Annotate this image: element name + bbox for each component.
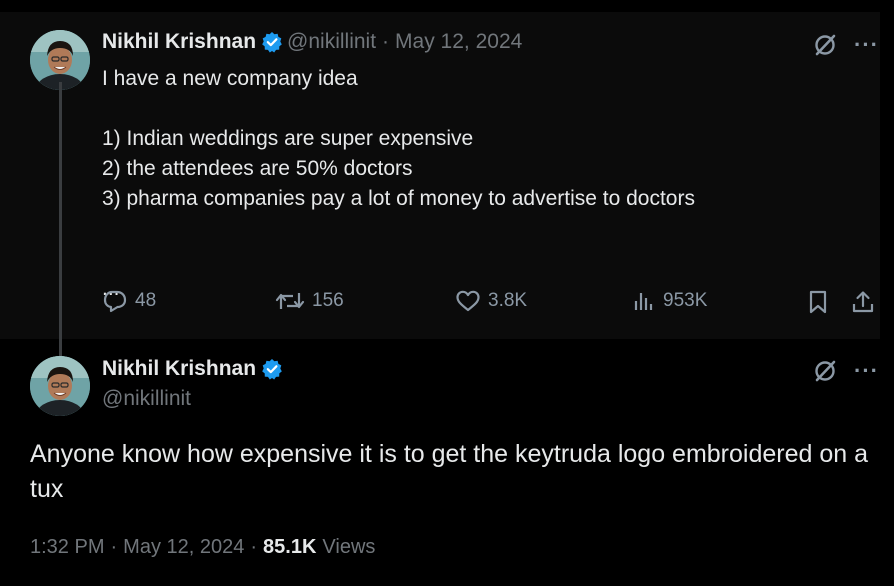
separator-dot: · bbox=[110, 536, 118, 558]
avatar-photo-icon bbox=[30, 30, 90, 90]
bookmark-button[interactable] bbox=[806, 289, 837, 315]
reply-icon bbox=[103, 290, 127, 313]
thread-connector-line bbox=[59, 82, 62, 357]
views-button[interactable]: 953K bbox=[632, 289, 707, 313]
reply-button[interactable]: 48 bbox=[102, 289, 156, 313]
author-handle[interactable]: @nikillinit bbox=[287, 30, 376, 54]
tweet-date[interactable]: May 12, 2024 bbox=[395, 30, 522, 54]
repost-button[interactable]: 156 bbox=[275, 289, 344, 313]
analytics-icon bbox=[634, 293, 653, 310]
views-count: 953K bbox=[663, 290, 708, 311]
more-options-icon[interactable]: ··· bbox=[854, 358, 879, 384]
repost-count: 156 bbox=[312, 290, 344, 311]
tweet-time[interactable]: 1:32 PM bbox=[30, 536, 104, 559]
heart-icon bbox=[456, 290, 480, 312]
main-tweet-header: Nikhil Krishnan @nikillinit bbox=[102, 357, 287, 411]
like-button[interactable]: 3.8K bbox=[455, 289, 527, 313]
author-handle[interactable]: @nikillinit bbox=[102, 387, 287, 411]
parent-tweet-avatar[interactable] bbox=[30, 30, 90, 90]
reply-count: 48 bbox=[135, 290, 157, 311]
grok-icon[interactable] bbox=[812, 32, 838, 58]
main-tweet-meta: 1:32 PM · May 12, 2024 · 85.1K Views bbox=[30, 536, 375, 559]
main-tweet-top-actions: ··· bbox=[812, 358, 879, 384]
author-name[interactable]: Nikhil Krishnan bbox=[102, 357, 256, 381]
parent-tweet-top-actions: ··· bbox=[812, 32, 879, 58]
views-count[interactable]: 85.1K bbox=[263, 536, 316, 559]
parent-tweet-action-bar: 48 156 3.8K 953K bbox=[102, 289, 882, 321]
bookmark-icon bbox=[809, 290, 827, 314]
verified-badge-icon bbox=[262, 359, 282, 380]
author-name[interactable]: Nikhil Krishnan bbox=[102, 30, 256, 54]
views-label: Views bbox=[322, 536, 376, 558]
separator-dot: · bbox=[250, 536, 258, 558]
verified-badge-icon bbox=[262, 32, 282, 53]
tweet-thread-page: Nikhil Krishnan @nikillinit · May 12, 20… bbox=[0, 0, 894, 586]
tweet-date[interactable]: May 12, 2024 bbox=[123, 536, 244, 559]
avatar-photo-icon bbox=[30, 356, 90, 416]
parent-tweet-text: I have a new company idea 1) Indian wedd… bbox=[102, 67, 695, 300]
share-icon bbox=[852, 291, 874, 313]
repost-icon bbox=[275, 293, 305, 309]
main-tweet-avatar[interactable] bbox=[30, 356, 90, 416]
grok-icon[interactable] bbox=[812, 358, 838, 384]
parent-tweet-header: Nikhil Krishnan @nikillinit · May 12, 20… bbox=[102, 30, 522, 54]
share-button[interactable] bbox=[850, 289, 883, 315]
main-tweet-text: Anyone know how expensive it is to get t… bbox=[30, 440, 869, 503]
separator-dot: · bbox=[382, 30, 390, 53]
more-options-icon[interactable]: ··· bbox=[854, 32, 879, 58]
like-count: 3.8K bbox=[488, 290, 528, 311]
